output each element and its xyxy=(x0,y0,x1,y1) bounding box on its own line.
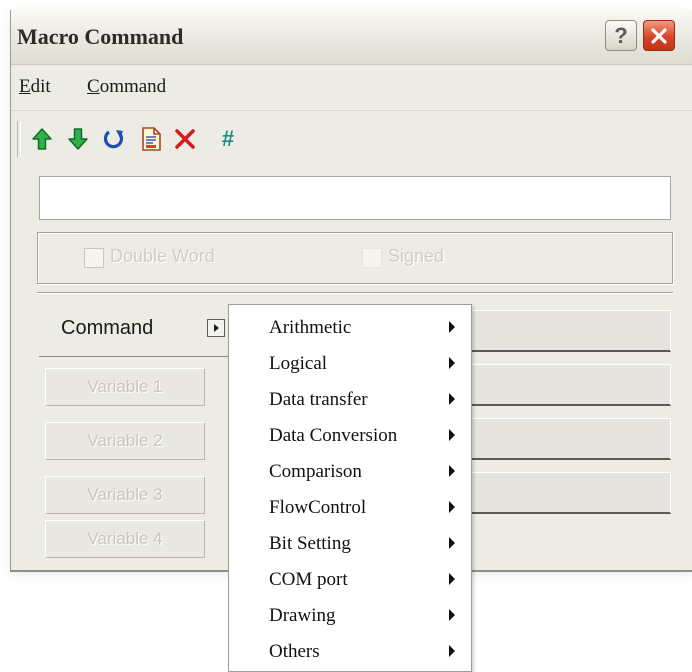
undo-button[interactable] xyxy=(100,125,128,153)
menu-item-comparison[interactable]: Comparison xyxy=(229,453,473,487)
menu-item-label: Arithmetic xyxy=(269,317,352,338)
menu-item-label: Data transfer xyxy=(269,389,368,410)
chevron-right-icon xyxy=(214,324,219,332)
menu-item-label: FlowControl xyxy=(269,497,367,518)
menu-item-label: Data Conversion xyxy=(269,425,398,446)
toolbar: # xyxy=(11,110,692,167)
command-value-field[interactable] xyxy=(471,310,671,352)
submenu-arrow-icon xyxy=(449,573,455,585)
window-title: Macro Command xyxy=(17,24,184,49)
menu-item-data-conversion[interactable]: Data Conversion xyxy=(229,417,473,451)
menu-item-label: Drawing xyxy=(269,605,336,626)
document-icon xyxy=(142,127,161,151)
document-button[interactable] xyxy=(137,125,165,153)
signed-label: Signed xyxy=(388,246,445,266)
menu-bar: Edit Command xyxy=(11,66,692,106)
command-label: Command xyxy=(61,317,154,339)
move-down-button[interactable] xyxy=(64,125,92,153)
title-bar[interactable]: Macro Command ? xyxy=(11,10,692,65)
menu-edit[interactable]: Edit xyxy=(19,76,51,98)
options-group: Double Word Signed xyxy=(37,232,673,284)
submenu-arrow-icon xyxy=(449,321,455,333)
variable-3-button[interactable]: Variable 3 xyxy=(45,476,205,514)
close-icon xyxy=(651,27,667,44)
delete-button[interactable] xyxy=(171,125,199,153)
menu-item-logical[interactable]: Logical xyxy=(229,345,473,379)
submenu-arrow-icon xyxy=(449,537,455,549)
menu-item-com-port[interactable]: COM port xyxy=(229,561,473,595)
submenu-arrow-icon xyxy=(449,501,455,513)
menu-item-others[interactable]: Others xyxy=(229,633,473,667)
menu-item-label: COM port xyxy=(269,569,348,590)
variable-4-button[interactable]: Variable 4 xyxy=(45,520,205,558)
menu-item-data-transfer[interactable]: Data transfer xyxy=(229,381,473,415)
variable-1-field[interactable] xyxy=(471,364,671,406)
hash-button[interactable]: # xyxy=(214,125,242,153)
submenu-arrow-icon xyxy=(449,645,455,657)
submenu-arrow-icon xyxy=(449,609,455,621)
arrow-down-icon xyxy=(68,128,88,150)
help-button[interactable]: ? xyxy=(605,20,637,51)
submenu-arrow-icon xyxy=(449,357,455,369)
move-up-button[interactable] xyxy=(28,125,56,153)
menu-command[interactable]: Command xyxy=(87,76,166,98)
menu-item-label: Logical xyxy=(269,353,328,374)
separator xyxy=(37,292,673,294)
command-dropdown-button[interactable] xyxy=(207,319,225,337)
double-word-checkbox[interactable] xyxy=(84,248,104,268)
menu-item-label: Comparison xyxy=(269,461,362,482)
command-input[interactable] xyxy=(39,176,671,220)
help-icon: ? xyxy=(614,22,628,48)
undo-icon xyxy=(103,130,124,149)
hash-icon: # xyxy=(221,126,235,151)
menu-item-bit-setting[interactable]: Bit Setting xyxy=(229,525,473,559)
menu-item-arithmetic[interactable]: Arithmetic xyxy=(229,309,473,343)
variable-2-field[interactable] xyxy=(471,418,671,460)
menu-item-flowcontrol[interactable]: FlowControl xyxy=(229,489,473,523)
double-word-label: Double Word xyxy=(110,246,215,266)
submenu-arrow-icon xyxy=(449,465,455,477)
submenu-arrow-icon xyxy=(449,393,455,405)
variable-3-field[interactable] xyxy=(471,472,671,514)
menu-item-label: Others xyxy=(269,641,320,662)
toolbar-grip[interactable] xyxy=(17,121,21,157)
menu-item-label: Bit Setting xyxy=(269,533,351,554)
signed-checkbox[interactable] xyxy=(362,248,382,268)
variable-1-button[interactable]: Variable 1 xyxy=(45,368,205,406)
command-popup-menu: Arithmetic Logical Data transfer Data Co… xyxy=(228,304,472,672)
command-underline xyxy=(39,356,239,357)
close-button[interactable] xyxy=(643,20,675,51)
menu-item-drawing[interactable]: Drawing xyxy=(229,597,473,631)
arrow-up-icon xyxy=(32,128,52,150)
submenu-arrow-icon xyxy=(449,429,455,441)
variable-2-button[interactable]: Variable 2 xyxy=(45,422,205,460)
delete-icon xyxy=(175,129,195,149)
